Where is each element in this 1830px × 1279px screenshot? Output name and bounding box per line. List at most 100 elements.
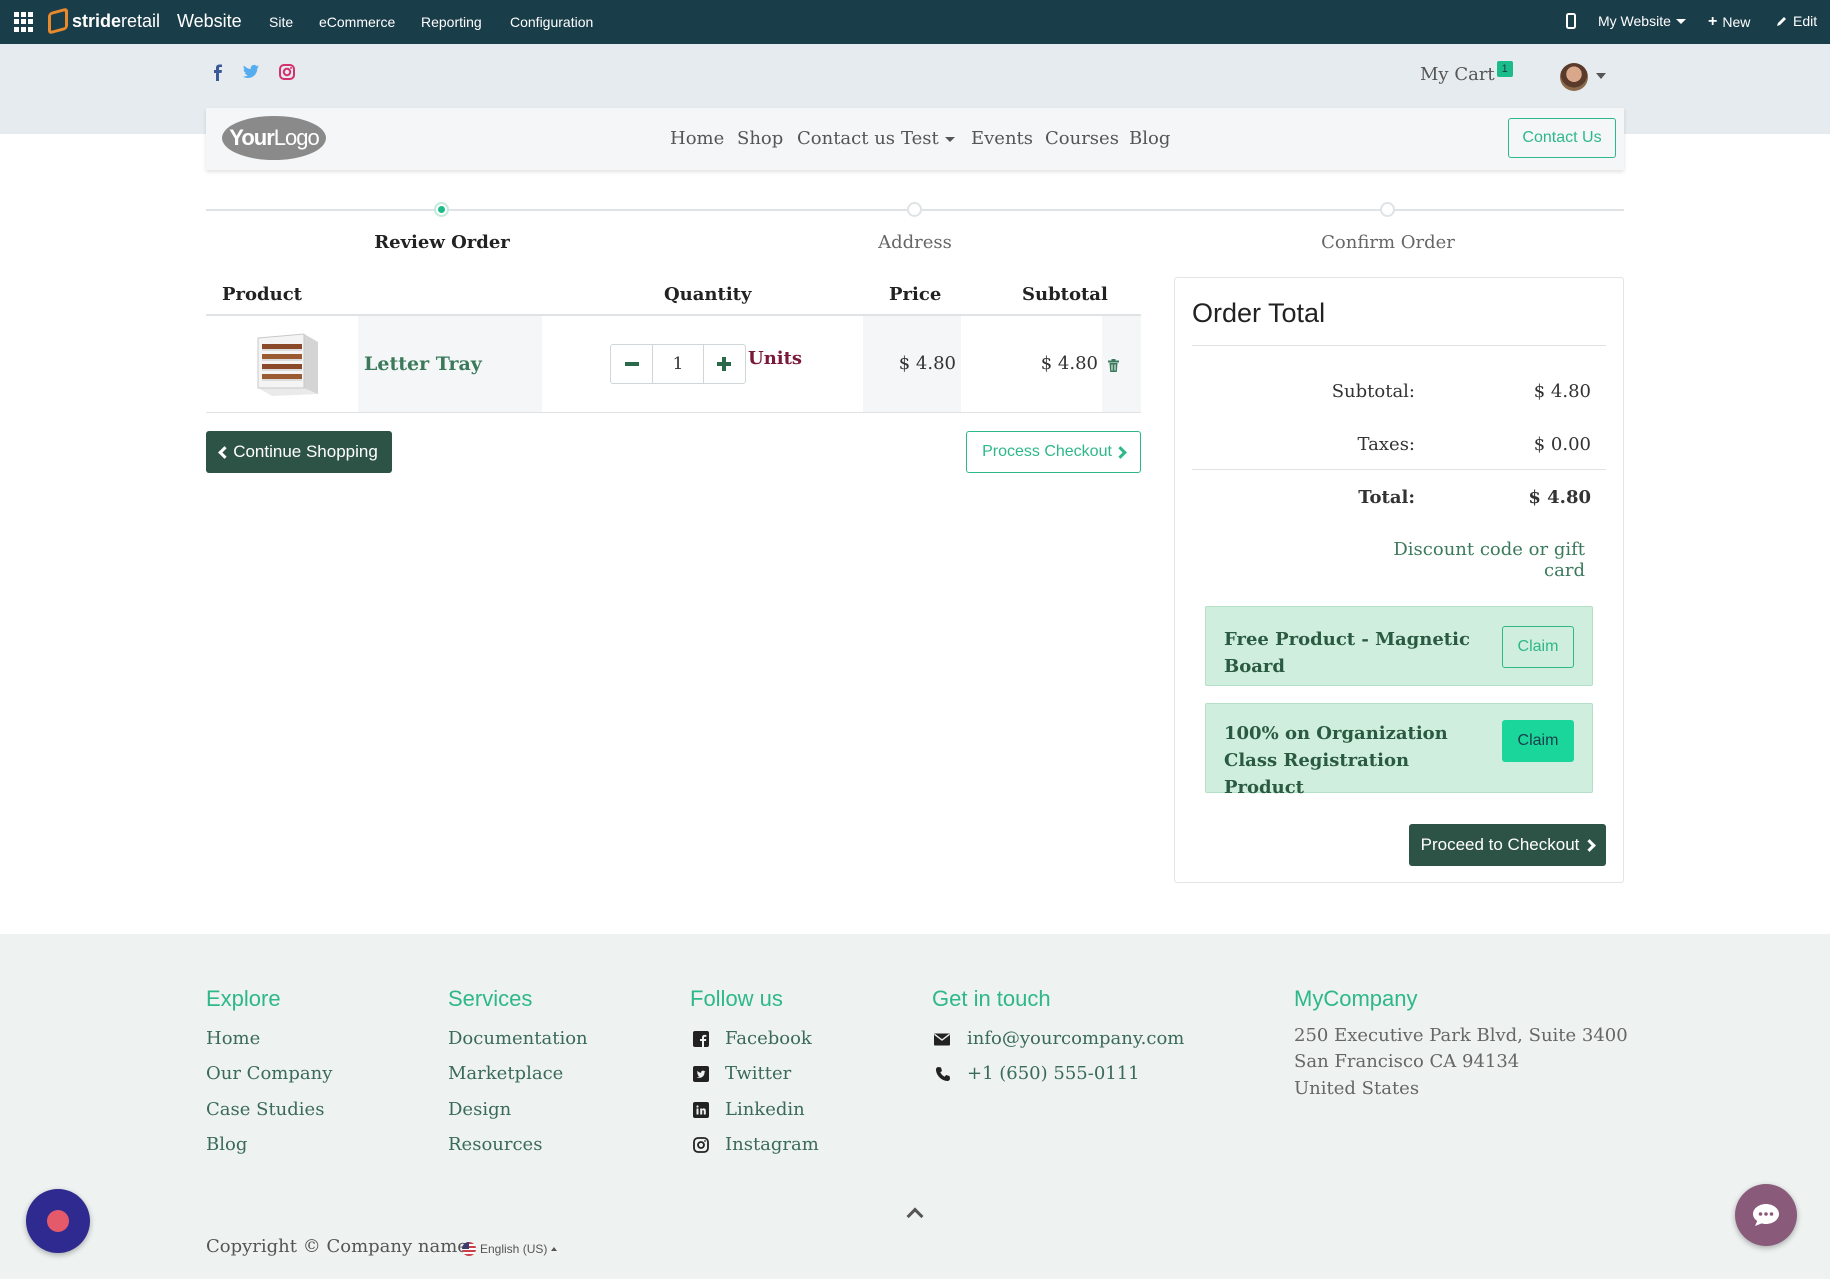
contact-us-button[interactable]: Contact Us: [1508, 118, 1616, 158]
increase-quantity-button[interactable]: [704, 345, 745, 383]
trash-icon[interactable]: [1108, 359, 1119, 372]
footer-link-design[interactable]: Design: [448, 1099, 511, 1120]
footer-link-twitter[interactable]: Twitter: [725, 1063, 791, 1084]
facebook-square-icon: [693, 1031, 709, 1047]
menu-ecommerce[interactable]: eCommerce: [319, 14, 395, 30]
menu-reporting[interactable]: Reporting: [421, 14, 482, 30]
claim-button[interactable]: Claim: [1502, 626, 1574, 668]
discount-code-link[interactable]: Discount code or gift card: [1355, 539, 1585, 581]
nav-home[interactable]: Home: [670, 128, 724, 149]
table-rule: [206, 314, 1141, 316]
mobile-preview-button[interactable]: [1566, 13, 1576, 29]
proceed-to-checkout-button[interactable]: Proceed to Checkout: [1409, 824, 1606, 866]
site-logo[interactable]: Your Logo: [222, 116, 326, 160]
footer-link-resources[interactable]: Resources: [448, 1134, 542, 1155]
subtotal-value: $ 4.80: [1040, 353, 1098, 374]
nav-test-label: Test: [901, 128, 939, 149]
promo-text: Free Product - Magnetic Board: [1224, 629, 1470, 677]
footer-heading-explore: Explore: [206, 986, 281, 1011]
quantity-stepper: 1: [610, 344, 746, 384]
step-address: Address: [878, 232, 952, 253]
live-chat-button[interactable]: [1735, 1184, 1797, 1246]
instagram-icon[interactable]: [279, 64, 295, 80]
new-button[interactable]: + New: [1708, 13, 1750, 31]
decrease-quantity-button[interactable]: [611, 345, 652, 383]
footer-phone-link[interactable]: +1 (650) 555-0111: [967, 1063, 1140, 1084]
language-selector[interactable]: English (US): [462, 1242, 558, 1256]
unit-label: Units: [748, 348, 803, 369]
cart-label: My Cart: [1420, 64, 1495, 85]
process-checkout-button[interactable]: Process Checkout: [966, 431, 1141, 473]
col-header-price: Price: [889, 284, 942, 305]
product-name-link[interactable]: Letter Tray: [364, 353, 482, 375]
brand-name-bold: stride: [72, 10, 122, 31]
nav-test-dropdown[interactable]: Test: [901, 128, 955, 149]
chevron-down-icon: [1675, 18, 1686, 24]
taxes-value: $ 0.00: [1533, 434, 1591, 455]
user-avatar[interactable]: [1560, 63, 1588, 91]
footer-link-instagram[interactable]: Instagram: [725, 1134, 819, 1155]
logo-text: Logo: [273, 125, 320, 150]
taxes-label: Taxes:: [1357, 434, 1415, 455]
footer-link-our-company[interactable]: Our Company: [206, 1063, 332, 1084]
chevron-right-icon: [1583, 838, 1597, 852]
logo-text-bold: Your: [229, 125, 274, 150]
letter-tray-image[interactable]: [252, 330, 322, 398]
chevron-right-icon: [1114, 445, 1127, 459]
step-dot-review: [434, 202, 449, 217]
twitter-icon[interactable]: [242, 64, 260, 80]
site-footer: Explore Home Our Company Case Studies Bl…: [0, 934, 1830, 1279]
quantity-input[interactable]: 1: [652, 345, 704, 383]
facebook-icon[interactable]: [212, 64, 224, 82]
app-name[interactable]: Website: [177, 11, 242, 32]
chevron-left-icon: [218, 445, 232, 459]
chevron-down-icon[interactable]: [1596, 73, 1606, 79]
col-header-subtotal: Subtotal: [1022, 284, 1108, 305]
nav-contact-us[interactable]: Contact us: [797, 128, 895, 149]
admin-topbar: stride retail Website Site eCommerce Repo…: [0, 0, 1830, 44]
menu-site[interactable]: Site: [269, 14, 293, 30]
footer-link-marketplace[interactable]: Marketplace: [448, 1063, 563, 1084]
stride-logo-icon: [48, 7, 68, 35]
footer-link-facebook[interactable]: Facebook: [725, 1028, 812, 1049]
step-review-order: Review Order: [374, 232, 510, 253]
footer-link-documentation[interactable]: Documentation: [448, 1028, 588, 1049]
edit-button[interactable]: Edit: [1776, 13, 1817, 29]
divider: [1192, 345, 1606, 346]
continue-shopping-label: Continue Shopping: [233, 442, 378, 461]
continue-shopping-button[interactable]: Continue Shopping: [206, 431, 392, 473]
promo-organization-class: 100% on Organization Class Registration …: [1205, 703, 1593, 798]
address-line: United States: [1294, 1078, 1420, 1099]
footer-link-linkedin[interactable]: Linkedin: [725, 1099, 805, 1120]
nav-courses[interactable]: Courses: [1045, 128, 1119, 149]
step-confirm-order: Confirm Order: [1321, 232, 1455, 253]
menu-configuration[interactable]: Configuration: [510, 14, 593, 30]
instagram-icon: [693, 1137, 709, 1153]
order-total-title: Order Total: [1192, 298, 1326, 328]
step-dot-confirm: [1380, 202, 1395, 217]
twitter-square-icon: [693, 1066, 709, 1082]
copyright-text: Copyright © Company name: [206, 1236, 468, 1257]
my-website-dropdown[interactable]: My Website: [1598, 13, 1686, 29]
assistant-launcher-button[interactable]: [26, 1189, 90, 1253]
us-flag-icon: [462, 1242, 476, 1256]
footer-heading-services: Services: [448, 986, 533, 1011]
claim-button[interactable]: Claim: [1502, 720, 1574, 762]
nav-shop[interactable]: Shop: [737, 128, 783, 149]
footer-email-link[interactable]: info@yourcompany.com: [967, 1028, 1184, 1049]
total-label: Total:: [1358, 487, 1415, 508]
my-cart-link[interactable]: My Cart 1: [1420, 61, 1513, 85]
price-value: $ 4.80: [898, 353, 956, 374]
footer-link-home[interactable]: Home: [206, 1028, 260, 1049]
site-navbar: Your Logo Home Shop Contact us Test Event…: [206, 108, 1624, 170]
pencil-icon: [1777, 17, 1786, 26]
proceed-label: Proceed to Checkout: [1420, 835, 1580, 854]
footer-link-blog[interactable]: Blog: [206, 1134, 247, 1155]
footer-heading-company: MyCompany: [1294, 986, 1418, 1011]
apps-menu-icon[interactable]: [14, 12, 34, 32]
address-line: San Francisco CA 94134: [1294, 1051, 1520, 1072]
nav-events[interactable]: Events: [971, 128, 1033, 149]
nav-blog[interactable]: Blog: [1129, 128, 1170, 149]
footer-link-case-studies[interactable]: Case Studies: [206, 1099, 324, 1120]
table-rule: [206, 412, 1141, 413]
